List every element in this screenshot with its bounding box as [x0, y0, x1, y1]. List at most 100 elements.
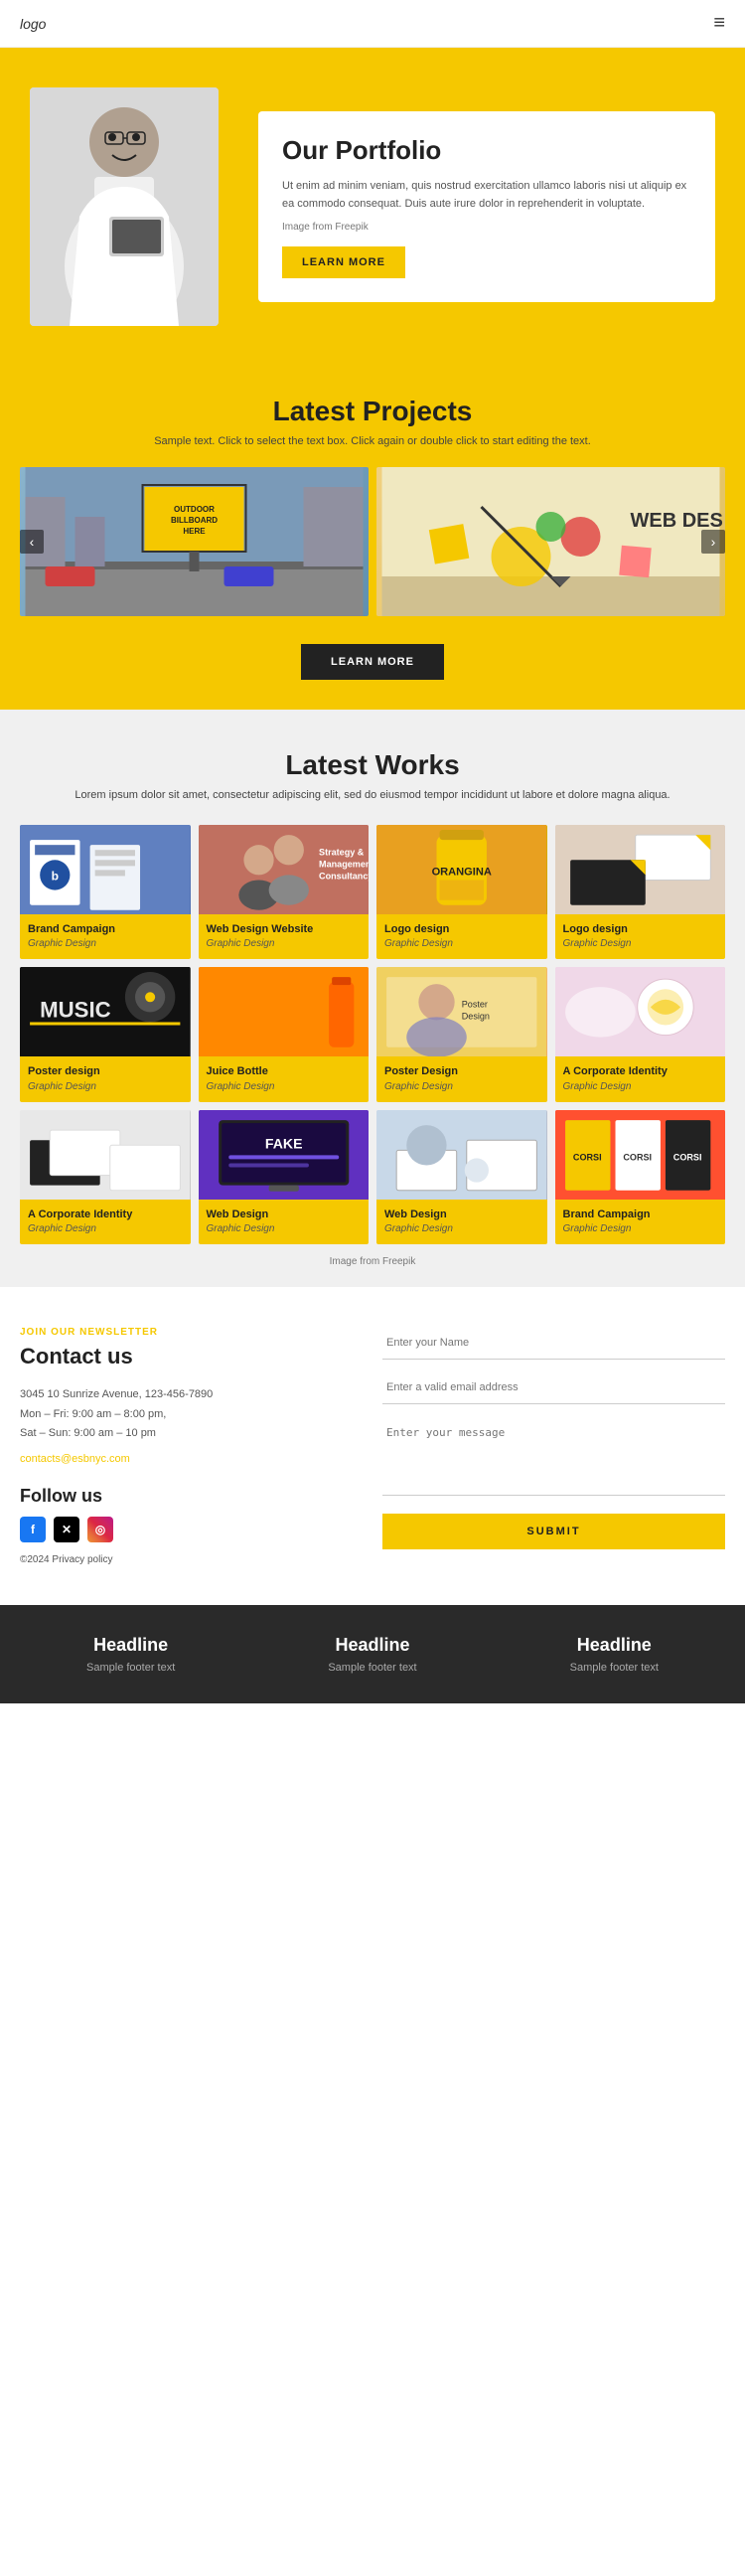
svg-text:HERE: HERE [183, 527, 206, 536]
svg-text:OUTDOOR: OUTDOOR [174, 505, 215, 514]
svg-text:b: b [52, 869, 59, 883]
svg-text:BILLBOARD: BILLBOARD [171, 516, 218, 525]
works-freepik-note: Image from Freepik [20, 1256, 725, 1267]
carousel-prev-button[interactable]: ‹ [20, 530, 44, 554]
work-title-3: Logo design [563, 922, 718, 936]
project-image-2: WEB DES [376, 467, 725, 616]
contact-title: Contact us [20, 1344, 363, 1369]
work-info-11: Brand Campaign Graphic Design [555, 1200, 726, 1244]
work-category-5: Graphic Design [207, 1081, 362, 1092]
contact-email[interactable]: contacts@esbnyc.com [20, 1450, 363, 1470]
svg-text:Consultancy: Consultancy [319, 871, 369, 881]
twitter-icon[interactable]: ✕ [54, 1517, 79, 1542]
work-info-5: Juice BottleGraphic Design [199, 1056, 370, 1101]
header: logo ≡ [0, 0, 745, 48]
work-card[interactable]: Web DesignGraphic Design [376, 1110, 547, 1244]
submit-button[interactable]: SUBMIT [382, 1514, 725, 1549]
work-card[interactable]: MUSICPoster designGraphic Design [20, 967, 191, 1101]
footer-title-0: Headline [20, 1635, 241, 1656]
follow-title: Follow us [20, 1486, 363, 1507]
contact-details: 3045 10 Sunrize Avenue, 123-456-7890 Mon… [20, 1385, 363, 1470]
facebook-icon[interactable]: f [20, 1517, 46, 1542]
work-image-1: Strategy &ManagementConsultancy [199, 825, 370, 914]
work-category-11: Graphic Design [563, 1223, 718, 1234]
work-image-9: FAKE [199, 1110, 370, 1200]
work-card[interactable]: Strategy &ManagementConsultancyWeb Desig… [199, 825, 370, 959]
work-image-11: CORSICORSICORSI [555, 1110, 726, 1200]
hero-image-wrap [30, 87, 228, 326]
contact-hours1: Mon – Fri: 9:00 am – 8:00 pm, [20, 1405, 363, 1425]
work-title-1: Web Design Website [207, 922, 362, 936]
work-info-1: Web Design WebsiteGraphic Design [199, 914, 370, 959]
work-card[interactable]: Poster Design Poster Design Graphic Design [376, 967, 547, 1101]
work-image-5 [199, 967, 370, 1056]
footer-col-2: HeadlineSample footer text [504, 1635, 725, 1674]
menu-button[interactable]: ≡ [713, 12, 725, 35]
contact-section: JOIN OUR NEWSLETTER Contact us 3045 10 S… [0, 1287, 745, 1605]
work-info-7: A Corporate IdentityGraphic Design [555, 1056, 726, 1101]
copyright: ©2024 Privacy policy [20, 1554, 363, 1565]
work-category-9: Graphic Design [207, 1223, 362, 1234]
social-icons: f ✕ ◎ [20, 1517, 363, 1542]
footer: HeadlineSample footer textHeadlineSample… [0, 1605, 745, 1703]
work-info-10: Web DesignGraphic Design [376, 1200, 547, 1244]
work-title-11: Brand Campaign [563, 1208, 718, 1221]
svg-text:Design: Design [462, 1012, 490, 1022]
hero-content: Our Portfolio Ut enim ad minim veniam, q… [258, 111, 715, 301]
hero-image [30, 87, 219, 326]
work-card[interactable]: A Corporate IdentityGraphic Design [555, 967, 726, 1101]
svg-text:CORSI: CORSI [572, 1152, 601, 1162]
work-image-8 [20, 1110, 191, 1200]
carousel-next-button[interactable]: › [701, 530, 725, 554]
work-card[interactable]: FAKE Web Design Graphic Design [199, 1110, 370, 1244]
work-title-10: Web Design [384, 1208, 539, 1221]
instagram-icon[interactable]: ◎ [87, 1517, 113, 1542]
name-input[interactable] [382, 1327, 725, 1360]
freepik-link[interactable]: Freepik [382, 1256, 415, 1267]
message-input[interactable] [382, 1416, 725, 1496]
contact-address: 3045 10 Sunrize Avenue, 123-456-7890 [20, 1385, 363, 1405]
projects-title: Latest Projects [20, 396, 725, 427]
work-card[interactable]: ORANGINA Logo designGraphic Design [376, 825, 547, 959]
footer-col-0: Headline Sample footer text [20, 1635, 241, 1674]
work-card[interactable]: A Corporate IdentityGraphic Design [20, 1110, 191, 1244]
projects-cta-button[interactable]: LEARN MORE [301, 644, 444, 680]
svg-text:MUSIC: MUSIC [40, 998, 111, 1023]
work-image-7 [555, 967, 726, 1056]
work-title-6: Poster Design [384, 1064, 539, 1078]
work-image-3 [555, 825, 726, 914]
footer-col-1: HeadlineSample footer text [261, 1635, 483, 1674]
footer-title-1: Headline [261, 1635, 483, 1656]
projects-carousel: ‹ OUTDOOR BILLBOARD HERE [20, 467, 725, 616]
work-image-0: b [20, 825, 191, 914]
svg-text:ORANGINA: ORANGINA [432, 866, 492, 878]
footer-text-0: Sample footer text [20, 1662, 241, 1674]
work-title-2: Logo design [384, 922, 539, 936]
work-category-3: Graphic Design [563, 938, 718, 949]
work-card[interactable]: CORSICORSICORSIBrand CampaignGraphic Des… [555, 1110, 726, 1244]
footer-title-2: Headline [504, 1635, 725, 1656]
svg-text:WEB DES: WEB DES [631, 510, 723, 532]
work-info-8: A Corporate IdentityGraphic Design [20, 1200, 191, 1244]
newsletter-label: JOIN OUR NEWSLETTER [20, 1327, 363, 1338]
svg-text:CORSI: CORSI [623, 1152, 652, 1162]
hero-cta-button[interactable]: LEARN MORE [282, 246, 405, 278]
work-category-6: Graphic Design [384, 1081, 539, 1092]
work-info-2: Logo designGraphic Design [376, 914, 547, 959]
hero-section: Our Portfolio Ut enim ad minim veniam, q… [0, 48, 745, 356]
project-image-1: OUTDOOR BILLBOARD HERE [20, 467, 369, 616]
work-title-9: Web Design [207, 1208, 362, 1221]
work-title-8: A Corporate Identity [28, 1208, 183, 1221]
work-info-6: Poster Design Graphic Design [376, 1056, 547, 1101]
work-info-3: Logo design Graphic Design [555, 914, 726, 959]
projects-section: Latest Projects Sample text. Click to se… [0, 356, 745, 710]
contact-form: SUBMIT [382, 1327, 725, 1549]
work-card[interactable]: b Brand CampaignGraphic Design [20, 825, 191, 959]
work-card[interactable]: Juice BottleGraphic Design [199, 967, 370, 1101]
hero-description: Ut enim ad minim veniam, quis nostrud ex… [282, 178, 691, 213]
email-input[interactable] [382, 1371, 725, 1404]
works-subtitle: Lorem ipsum dolor sit amet, consectetur … [20, 789, 725, 801]
svg-text:Poster: Poster [462, 1000, 488, 1010]
work-card[interactable]: Logo design Graphic Design [555, 825, 726, 959]
work-info-0: Brand CampaignGraphic Design [20, 914, 191, 959]
